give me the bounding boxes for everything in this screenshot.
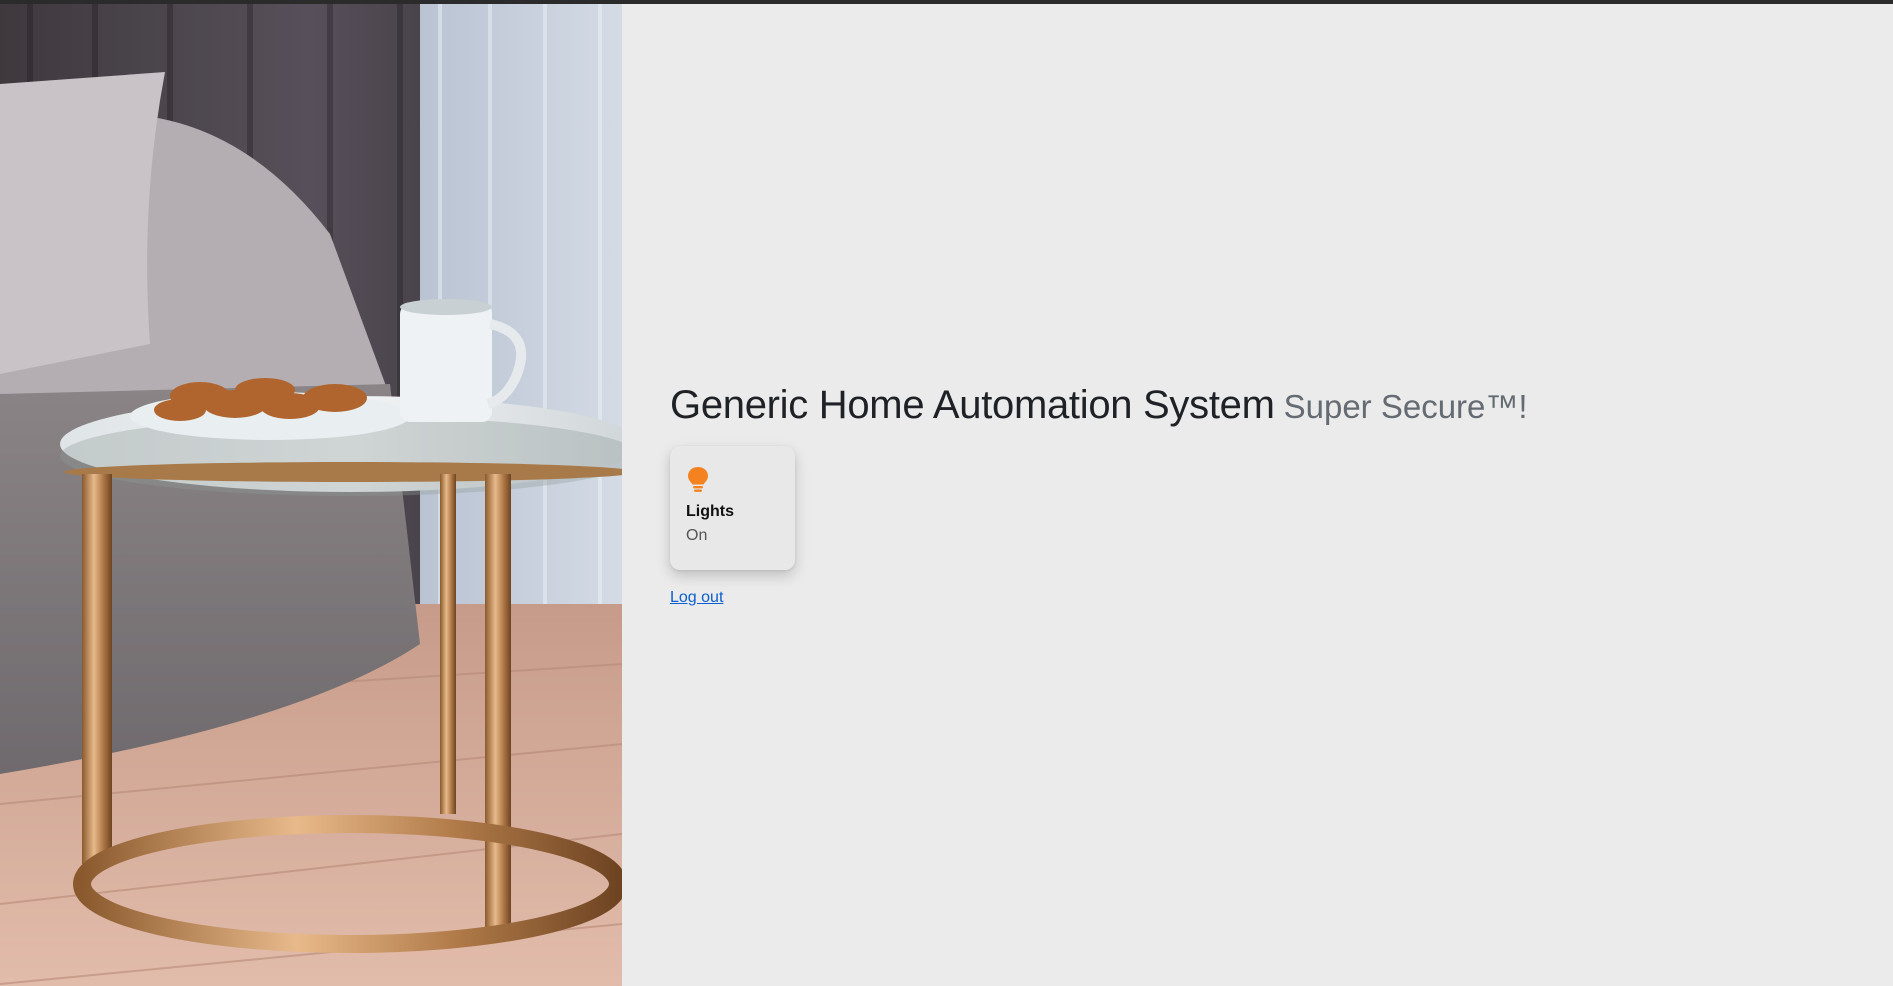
page-subtitle: Super Secure™! <box>1283 388 1528 425</box>
device-name: Lights <box>686 503 734 520</box>
logout-link[interactable]: Log out <box>670 589 723 607</box>
device-state: On <box>686 527 708 544</box>
lightbulb-icon <box>688 467 708 492</box>
page-title: Generic Home Automation System <box>670 383 1275 427</box>
living-room-photo <box>0 4 622 986</box>
main-content: Generic Home Automation System Super Sec… <box>670 383 1528 607</box>
device-card-lights[interactable]: Lights On <box>670 446 795 570</box>
page-header: Generic Home Automation System Super Sec… <box>670 383 1528 428</box>
